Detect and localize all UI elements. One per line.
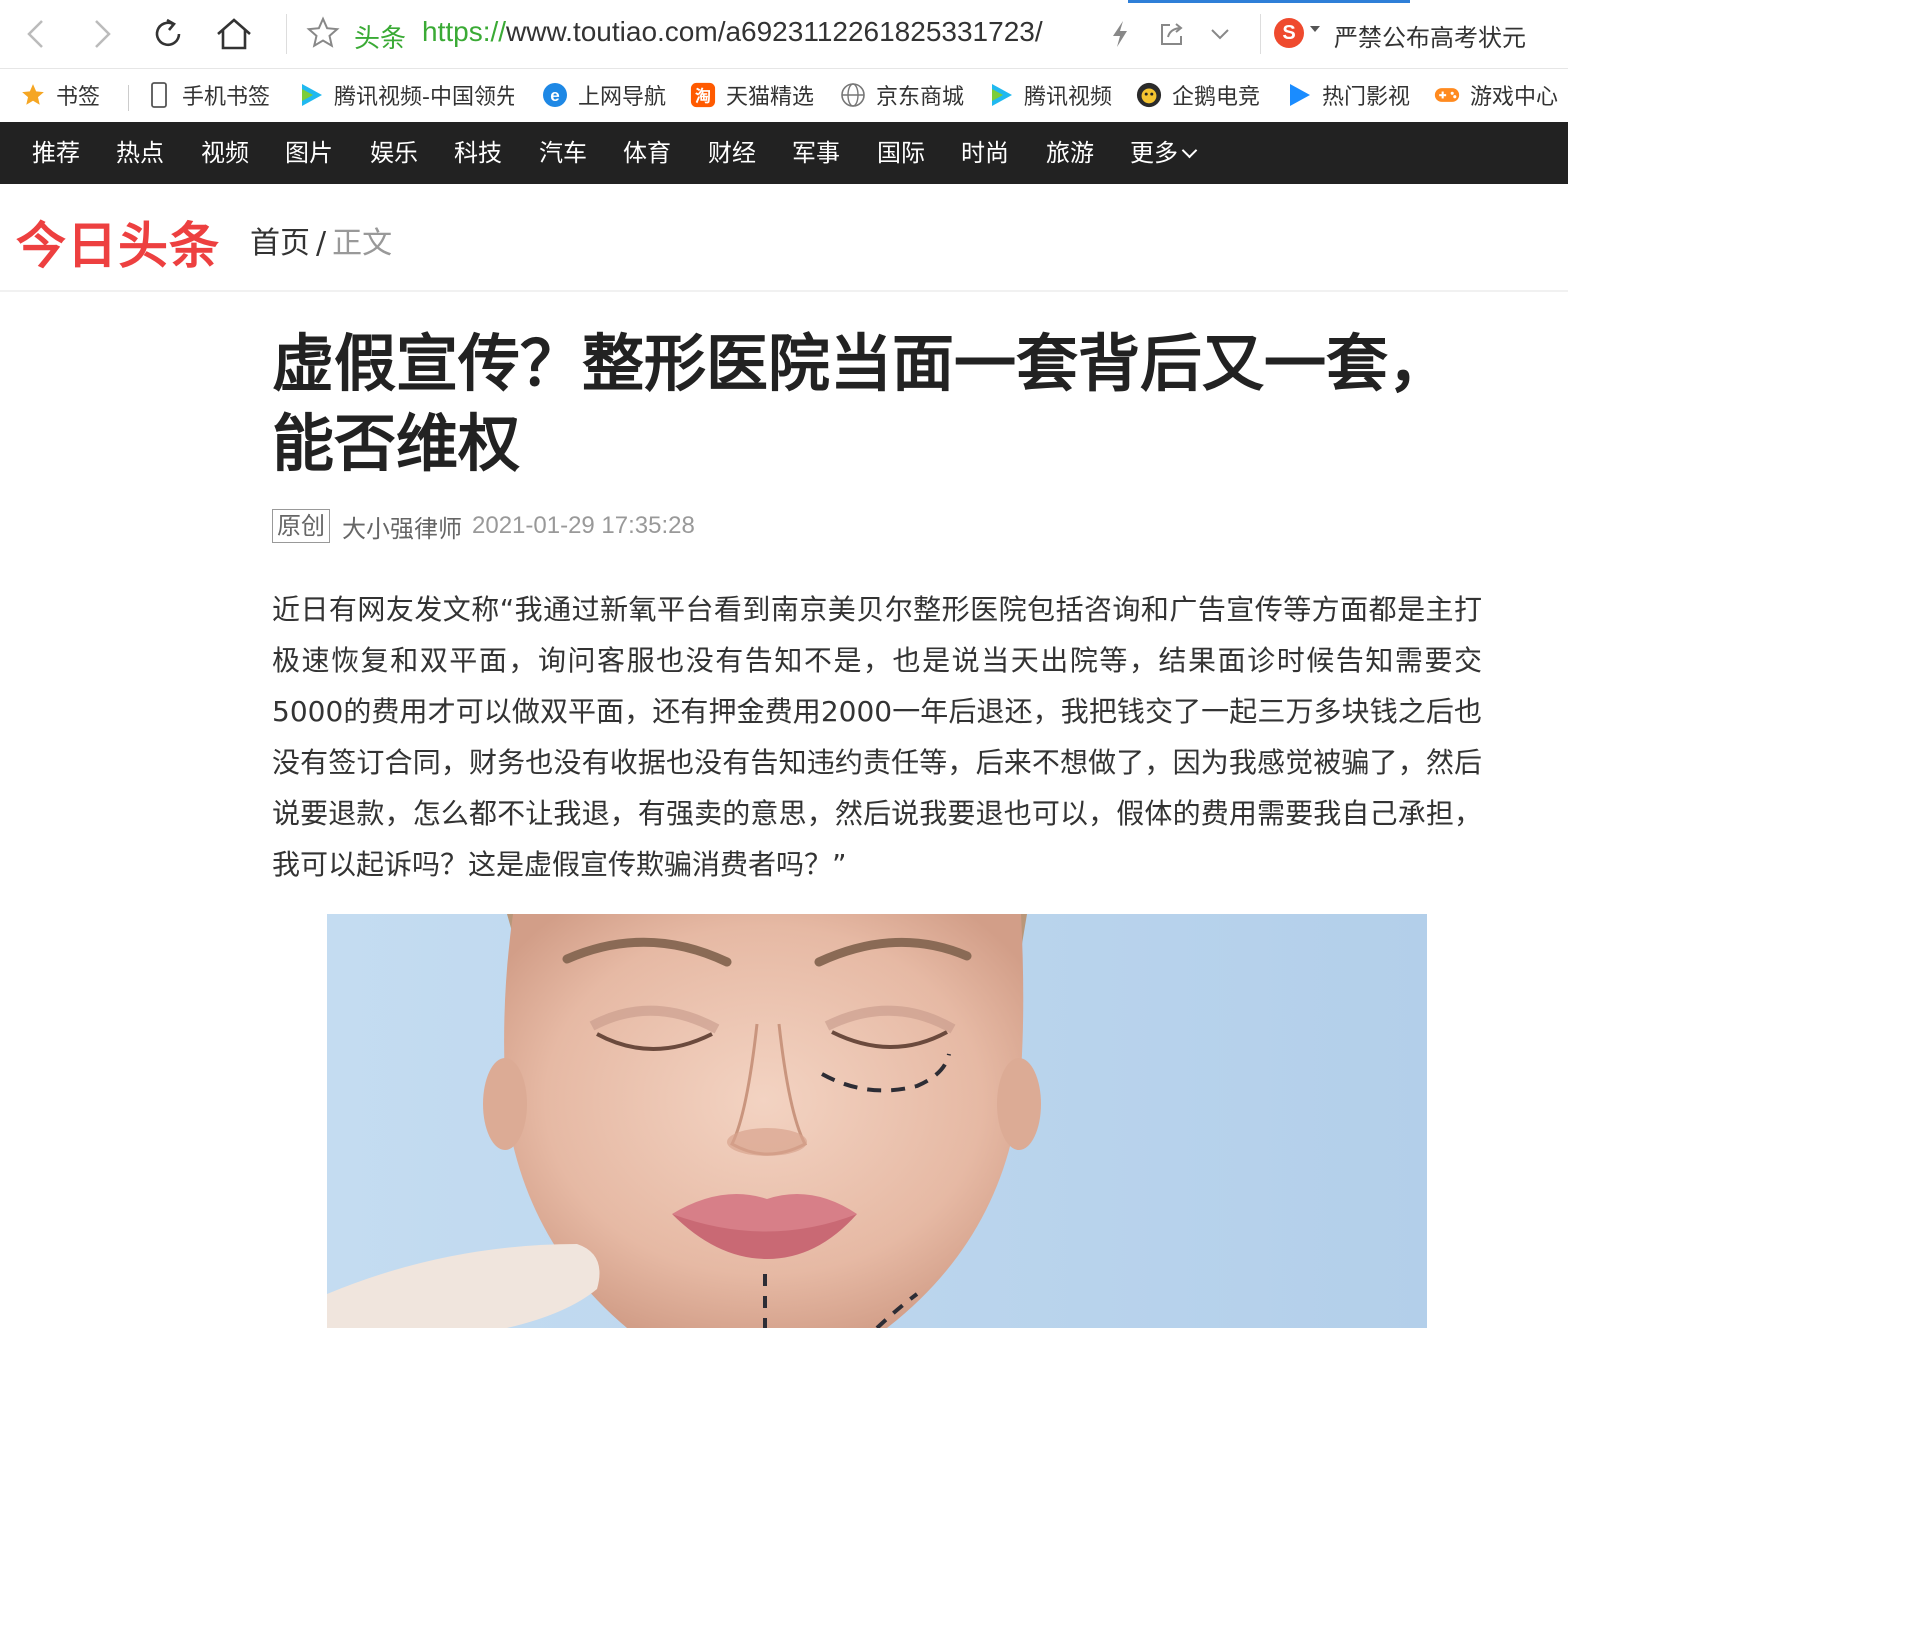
url-dropdown-button[interactable] xyxy=(1198,10,1242,58)
bookmark-item[interactable]: 京东商城 xyxy=(840,79,964,111)
load-progress-bar xyxy=(1128,0,1410,3)
ie-icon: e xyxy=(542,82,568,108)
toolbar-divider xyxy=(1260,14,1261,54)
star-outline-icon xyxy=(306,16,340,48)
url-path: www.toutiao.com/a6923112261825331723/ xyxy=(506,16,1043,47)
channel-tab[interactable]: 军事 xyxy=(792,122,840,184)
channel-tab[interactable]: 国际 xyxy=(877,122,925,184)
channel-tab[interactable]: 汽车 xyxy=(539,122,587,184)
bookmark-item[interactable]: 热门影视 xyxy=(1286,79,1410,111)
article-title: 虚假宣传？整形医院当面一套背后又一套，能否维权 xyxy=(272,327,1451,480)
article-body: 近日有网友发文称“我通过新氧平台看到南京美贝尔整形医院包括咨询和广告宣传等方面都… xyxy=(272,584,1482,890)
speed-mode-button[interactable] xyxy=(1098,10,1142,58)
breadcrumb-home-link[interactable]: 首页 xyxy=(250,226,310,261)
bookmark-item[interactable]: 企鹅电竞 xyxy=(1136,79,1260,111)
bookmarks-bar: 书签 手机书签 腾讯视频-中国领先 e 上网导航 淘 天猫精选 京东商城 腾讯视… xyxy=(0,69,1568,121)
channel-tab[interactable]: 财经 xyxy=(708,122,756,184)
address-bar-url[interactable]: https://www.toutiao.com/a692311226182533… xyxy=(422,16,1043,48)
bookmark-item[interactable]: 腾讯视频 xyxy=(988,79,1112,111)
channel-tab[interactable]: 体育 xyxy=(623,122,671,184)
globe-icon xyxy=(840,82,866,108)
phone-icon xyxy=(146,82,172,108)
browser-toolbar: 头条 https://www.toutiao.com/a692311226182… xyxy=(0,0,1568,69)
publish-time: 2021-01-29 17:35:28 xyxy=(472,512,695,539)
tencent-video-icon xyxy=(988,82,1014,108)
forward-button[interactable] xyxy=(80,10,124,58)
chevron-down-icon xyxy=(1211,29,1229,40)
bookmark-item[interactable]: e 上网导航 xyxy=(542,79,666,111)
toolbar-divider xyxy=(286,14,287,54)
sogou-search-icon[interactable]: S xyxy=(1274,18,1304,48)
toutiao-logo[interactable]: 今日头条 xyxy=(16,206,220,278)
bookmark-label: 天猫精选 xyxy=(726,85,815,110)
tmall-icon: 淘 xyxy=(690,82,716,108)
channel-tab[interactable]: 视频 xyxy=(201,122,249,184)
breadcrumb-current: 正文 xyxy=(332,226,393,261)
channel-tab[interactable]: 热点 xyxy=(116,122,164,184)
author-link[interactable]: 大小强律师 xyxy=(342,509,462,544)
bookmark-label: 书签 xyxy=(56,85,101,110)
site-header: 今日头条 首页 / 正文 xyxy=(0,184,1568,292)
address-site-tag: 头条 xyxy=(354,24,407,54)
svg-text:e: e xyxy=(550,86,559,105)
article-paragraph: 近日有网友发文称“我通过新氧平台看到南京美贝尔整形医院包括咨询和广告宣传等方面都… xyxy=(272,593,1482,881)
home-button[interactable] xyxy=(212,10,256,58)
channel-tab[interactable]: 娱乐 xyxy=(370,122,418,184)
bookmark-item[interactable]: 书签 xyxy=(20,79,100,111)
face-illustration xyxy=(327,914,1427,1328)
svg-text:淘: 淘 xyxy=(695,87,711,106)
article: 虚假宣传？整形医院当面一套背后又一套，能否维权 原创 大小强律师 2021-01… xyxy=(272,324,1482,890)
url-scheme: https:// xyxy=(422,16,507,47)
bookmark-label: 腾讯视频 xyxy=(1024,85,1113,110)
bookmark-label: 京东商城 xyxy=(876,85,965,110)
home-icon xyxy=(217,18,251,50)
breadcrumb-separator: / xyxy=(316,226,327,261)
bookmark-item[interactable]: 腾讯视频-中国领先 xyxy=(298,79,514,111)
forward-arrow-icon xyxy=(95,20,111,48)
more-channels-menu[interactable]: 更多 xyxy=(1130,122,1198,184)
bookmark-label: 腾讯视频-中国领先 xyxy=(334,85,514,110)
channel-tab[interactable]: 科技 xyxy=(454,122,502,184)
tencent-video-icon xyxy=(298,82,324,108)
share-button[interactable] xyxy=(1150,10,1194,58)
article-meta: 原创 大小强律师 2021-01-29 17:35:28 xyxy=(272,508,1482,544)
breadcrumb: 首页 / 正文 xyxy=(250,218,392,262)
bookmark-label: 游戏中心 xyxy=(1470,85,1559,110)
channel-tab[interactable]: 推荐 xyxy=(32,122,80,184)
bookmark-label: 手机书签 xyxy=(182,85,271,110)
bookmark-label: 上网导航 xyxy=(578,85,667,110)
lightning-icon xyxy=(1113,21,1127,47)
refresh-icon xyxy=(155,18,181,47)
more-channels-label: 更多 xyxy=(1130,139,1178,167)
penguin-esports-icon xyxy=(1136,82,1162,108)
bookmark-item[interactable]: 手机书签 xyxy=(146,79,270,111)
back-button[interactable] xyxy=(14,10,58,58)
original-badge: 原创 xyxy=(272,509,330,543)
refresh-button[interactable] xyxy=(146,10,190,58)
star-icon xyxy=(20,82,46,108)
channel-tab[interactable]: 图片 xyxy=(285,122,333,184)
play-icon xyxy=(1286,82,1312,108)
search-engine-dropdown-icon[interactable] xyxy=(1310,26,1320,32)
bookmark-item[interactable]: 游戏中心 xyxy=(1434,79,1558,111)
bookmark-item[interactable]: 淘 天猫精选 xyxy=(690,79,814,111)
bookmark-label: 热门影视 xyxy=(1322,85,1411,110)
gamepad-icon xyxy=(1434,82,1460,108)
channel-nav: 推荐 热点 视频 图片 娱乐 科技 汽车 体育 财经 军事 国际 时尚 旅游 更… xyxy=(0,122,1568,184)
bookmark-label: 企鹅电竞 xyxy=(1172,85,1261,110)
channel-tab[interactable]: 旅游 xyxy=(1046,122,1094,184)
article-photo xyxy=(327,914,1427,1328)
chevron-down-icon xyxy=(1181,142,1198,159)
back-arrow-icon xyxy=(27,20,43,48)
bookmark-star-button[interactable] xyxy=(306,16,340,54)
share-icon xyxy=(1161,23,1183,45)
bookmark-divider xyxy=(128,85,129,111)
channel-tab[interactable]: 时尚 xyxy=(961,122,1009,184)
hot-search-suggestion[interactable]: 严禁公布高考状元 xyxy=(1334,18,1526,53)
